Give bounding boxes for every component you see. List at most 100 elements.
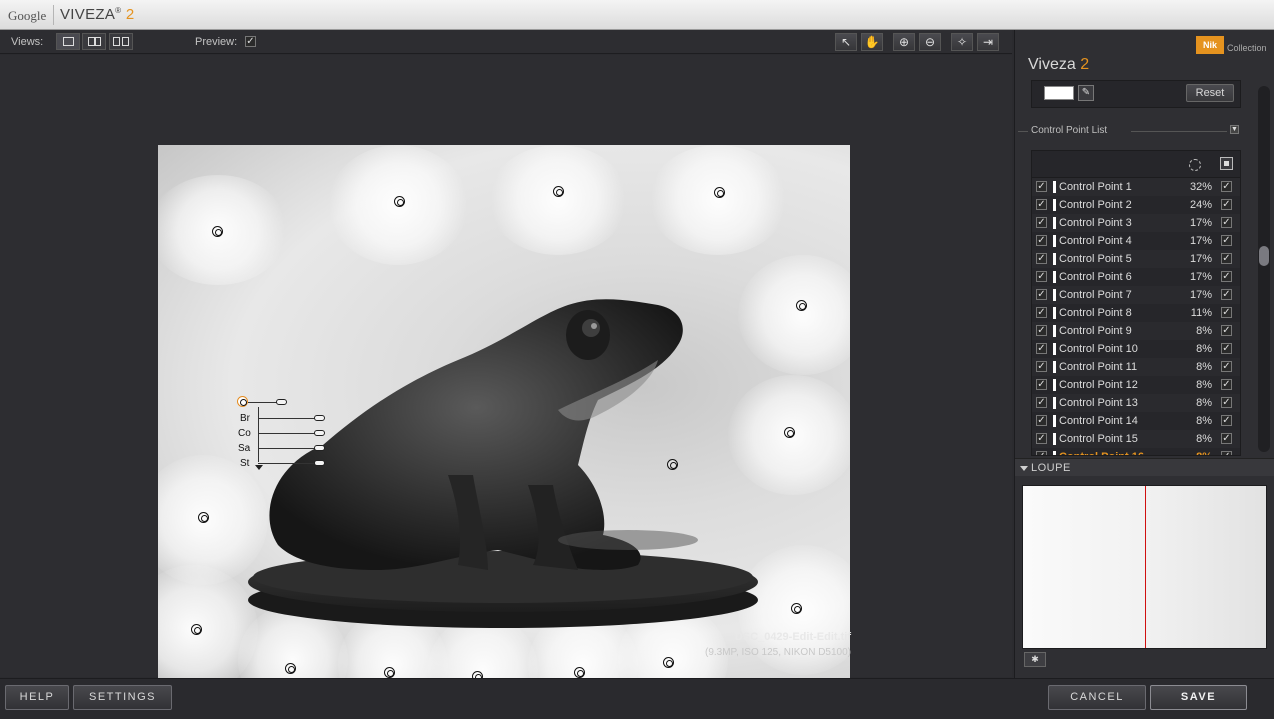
control-point-enable-checkbox[interactable]: ✓ xyxy=(1036,397,1047,408)
control-point-marker[interactable] xyxy=(384,667,395,678)
control-point-row[interactable]: ✓ Control Point 3 17% ✓ xyxy=(1032,214,1240,232)
control-point-mask-checkbox[interactable]: ✓ xyxy=(1221,181,1232,192)
control-point-mask-checkbox[interactable]: ✓ xyxy=(1221,199,1232,210)
control-point-marker[interactable] xyxy=(553,186,564,197)
selected-control-point[interactable] xyxy=(237,396,248,407)
expand-sliders-icon[interactable] xyxy=(255,465,263,470)
control-point-mask-checkbox[interactable]: ✓ xyxy=(1221,343,1232,354)
preview-image[interactable]: Br Co Sa St xyxy=(158,145,850,681)
control-point-enable-checkbox[interactable]: ✓ xyxy=(1036,271,1047,282)
contrast-slider-knob[interactable] xyxy=(314,430,325,436)
control-point-mask-checkbox[interactable]: ✓ xyxy=(1221,235,1232,246)
control-point-row[interactable]: ✓ Control Point 10 8% ✓ xyxy=(1032,340,1240,358)
control-point-row[interactable]: ✓ Control Point 15 8% ✓ xyxy=(1032,430,1240,448)
control-point-mask-checkbox[interactable]: ✓ xyxy=(1221,397,1232,408)
control-point-marker[interactable] xyxy=(796,300,807,311)
control-point-mask-checkbox[interactable]: ✓ xyxy=(1221,451,1232,455)
control-point-enable-checkbox[interactable]: ✓ xyxy=(1036,433,1047,444)
control-point-row[interactable]: ✓ Control Point 2 24% ✓ xyxy=(1032,196,1240,214)
control-point-row[interactable]: ✓ Control Point 13 8% ✓ xyxy=(1032,394,1240,412)
control-point-marker[interactable] xyxy=(394,196,405,207)
pin-loupe-button[interactable]: ✱ xyxy=(1024,652,1046,667)
loupe-header[interactable]: LOUPE xyxy=(1015,458,1274,476)
control-point-enable-checkbox[interactable]: ✓ xyxy=(1036,361,1047,372)
side-by-side-view-button[interactable] xyxy=(109,33,133,50)
control-point-mask-checkbox[interactable]: ✓ xyxy=(1221,361,1232,372)
control-point-marker[interactable] xyxy=(285,663,296,674)
control-point-enable-checkbox[interactable]: ✓ xyxy=(1036,415,1047,426)
control-point-marker[interactable] xyxy=(791,603,802,614)
control-point-row[interactable]: ✓ Control Point 4 17% ✓ xyxy=(1032,232,1240,250)
preview-label: Preview: xyxy=(195,36,238,48)
hand-tool-button[interactable]: ✋ xyxy=(861,33,883,51)
structure-slider-knob[interactable] xyxy=(314,460,325,466)
control-point-mask-checkbox[interactable]: ✓ xyxy=(1221,307,1232,318)
control-point-row[interactable]: ✓ Control Point 14 8% ✓ xyxy=(1032,412,1240,430)
control-point-enable-checkbox[interactable]: ✓ xyxy=(1036,325,1047,336)
control-point-mask-checkbox[interactable]: ✓ xyxy=(1221,271,1232,282)
background-light-button[interactable]: ✧ xyxy=(951,33,973,51)
reset-button[interactable]: Reset xyxy=(1186,84,1234,102)
zoom-in-button[interactable]: ⊕ xyxy=(893,33,915,51)
control-point-color-bar xyxy=(1053,451,1056,455)
control-point-mask-checkbox[interactable]: ✓ xyxy=(1221,415,1232,426)
control-point-marker[interactable] xyxy=(667,459,678,470)
control-point-enable-checkbox[interactable]: ✓ xyxy=(1036,217,1047,228)
control-point-enable-checkbox[interactable]: ✓ xyxy=(1036,199,1047,210)
split-view-button[interactable] xyxy=(82,33,106,50)
control-point-marker[interactable] xyxy=(714,187,725,198)
zoom-out-button[interactable]: ⊖ xyxy=(919,33,941,51)
control-point-marker[interactable] xyxy=(191,624,202,635)
control-point-color-bar xyxy=(1053,397,1056,409)
control-point-marker[interactable] xyxy=(784,427,795,438)
saturation-slider-knob[interactable] xyxy=(314,445,325,451)
control-point-marker[interactable] xyxy=(574,667,585,678)
show-mask-icon[interactable] xyxy=(1220,157,1233,170)
control-point-mask-checkbox[interactable]: ✓ xyxy=(1221,433,1232,444)
control-point-marker[interactable] xyxy=(663,657,674,668)
eyedropper-button[interactable]: ✎ xyxy=(1078,85,1094,101)
control-point-enable-checkbox[interactable]: ✓ xyxy=(1036,235,1047,246)
control-point-mask-checkbox[interactable]: ✓ xyxy=(1221,253,1232,264)
control-point-mask-checkbox[interactable]: ✓ xyxy=(1221,217,1232,228)
control-point-enable-checkbox[interactable]: ✓ xyxy=(1036,307,1047,318)
control-point-row[interactable]: ✓ Control Point 8 11% ✓ xyxy=(1032,304,1240,322)
help-button[interactable]: HELP xyxy=(5,685,69,710)
preview-checkbox[interactable]: ✓ xyxy=(245,36,256,47)
loupe-preview[interactable] xyxy=(1022,485,1267,649)
control-point-percent: 11% xyxy=(1190,307,1212,319)
panel-scrollbar[interactable] xyxy=(1258,86,1270,452)
fullscreen-button[interactable]: ⇥ xyxy=(977,33,999,51)
control-point-row[interactable]: ✓ Control Point 6 17% ✓ xyxy=(1032,268,1240,286)
settings-button[interactable]: SETTINGS xyxy=(73,685,172,710)
brightness-slider-knob[interactable] xyxy=(314,415,325,421)
save-button[interactable]: SAVE xyxy=(1150,685,1247,710)
control-point-enable-checkbox[interactable]: ✓ xyxy=(1036,451,1047,455)
control-point-enable-checkbox[interactable]: ✓ xyxy=(1036,343,1047,354)
control-point-enable-checkbox[interactable]: ✓ xyxy=(1036,289,1047,300)
control-point-mask-checkbox[interactable]: ✓ xyxy=(1221,289,1232,300)
control-point-row[interactable]: ✓ Control Point 7 17% ✓ xyxy=(1032,286,1240,304)
file-name: DSC_0429-Edit-Edit.tif xyxy=(734,631,851,643)
select-tool-button[interactable]: ↖ xyxy=(835,33,857,51)
size-slider-knob[interactable] xyxy=(276,399,287,405)
single-view-button[interactable] xyxy=(56,33,80,50)
control-point-enable-checkbox[interactable]: ✓ xyxy=(1036,379,1047,390)
control-point-mask-checkbox[interactable]: ✓ xyxy=(1221,379,1232,390)
show-selection-icon[interactable] xyxy=(1189,159,1201,171)
control-point-marker[interactable] xyxy=(212,226,223,237)
color-swatch[interactable] xyxy=(1044,86,1074,100)
control-point-marker[interactable] xyxy=(198,512,209,523)
control-point-row[interactable]: ✓ Control Point 11 8% ✓ xyxy=(1032,358,1240,376)
control-point-enable-checkbox[interactable]: ✓ xyxy=(1036,253,1047,264)
collapse-list-toggle[interactable]: ▼ xyxy=(1230,125,1239,134)
cancel-button[interactable]: CANCEL xyxy=(1048,685,1146,710)
control-point-row[interactable]: ✓ Control Point 9 8% ✓ xyxy=(1032,322,1240,340)
control-point-row[interactable]: ✓ Control Point 12 8% ✓ xyxy=(1032,376,1240,394)
control-point-enable-checkbox[interactable]: ✓ xyxy=(1036,181,1047,192)
scrollbar-thumb[interactable] xyxy=(1259,246,1269,266)
control-point-row[interactable]: ✓ Control Point 1 32% ✓ xyxy=(1032,178,1240,196)
control-point-row[interactable]: ✓ Control Point 5 17% ✓ xyxy=(1032,250,1240,268)
control-point-mask-checkbox[interactable]: ✓ xyxy=(1221,325,1232,336)
control-point-row[interactable]: ✓ Control Point 16 8% ✓ xyxy=(1032,448,1240,455)
